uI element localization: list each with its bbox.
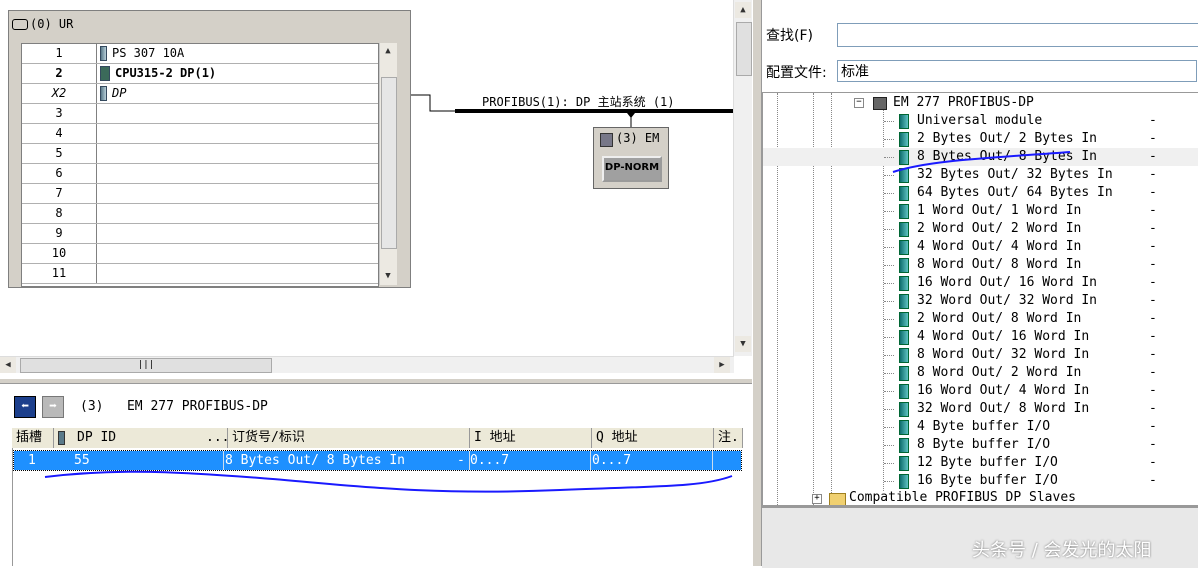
- tree-item-module[interactable]: 16 Byte buffer I/O -: [763, 472, 1198, 490]
- tree-item-module[interactable]: 8 Word Out/ 32 Word In -: [763, 346, 1198, 364]
- scroll-left-icon[interactable]: ◀: [0, 357, 16, 373]
- folder-icon: [829, 493, 846, 505]
- scroll-down-icon[interactable]: ▼: [380, 268, 396, 284]
- station-icon: [873, 97, 887, 110]
- rack-slot-number: 11: [22, 264, 97, 283]
- watermark: 头条号 / 会发光的太阳: [972, 540, 1152, 561]
- tree-item-module[interactable]: 2 Word Out/ 8 Word In -: [763, 310, 1198, 328]
- tree-item-module[interactable]: 4 Byte buffer I/O -: [763, 418, 1198, 436]
- tree-item-module[interactable]: Universal module -: [763, 112, 1198, 130]
- tree-item-module[interactable]: 4 Word Out/ 16 Word In -: [763, 328, 1198, 346]
- tree-item-module[interactable]: 32 Word Out/ 8 Word In -: [763, 400, 1198, 418]
- tree-item-module[interactable]: 8 Bytes Out/ 8 Bytes In -: [763, 148, 1198, 166]
- tree-item-module[interactable]: 16 Word Out/ 4 Word In -: [763, 382, 1198, 400]
- rack-row[interactable]: 8: [22, 204, 378, 224]
- find-input[interactable]: [837, 23, 1198, 47]
- col-dpid[interactable]: DP ID...: [54, 428, 229, 448]
- module-icon: [899, 366, 909, 381]
- tree-item-module[interactable]: 8 Word Out/ 8 Word In -: [763, 256, 1198, 274]
- col-comment[interactable]: 注.: [714, 428, 743, 448]
- module-icon: [899, 294, 909, 309]
- rack-slot-number: 8: [22, 204, 97, 223]
- module-icon: [899, 204, 909, 219]
- tree-item-module[interactable]: 16 Word Out/ 16 Word In -: [763, 274, 1198, 292]
- find-label: 查找(F): [766, 28, 813, 44]
- module-icon: [899, 240, 909, 255]
- scroll-up-icon[interactable]: ▲: [735, 2, 751, 18]
- slave-type-badge: DP-NORM: [602, 156, 662, 182]
- scroll-thumb[interactable]: [736, 22, 752, 76]
- module-icon: [899, 114, 909, 129]
- col-order-number[interactable]: 订货号/标识: [228, 428, 470, 448]
- scroll-right-icon[interactable]: ▶: [714, 357, 730, 373]
- module-icon: [899, 222, 909, 237]
- horizontal-splitter[interactable]: [0, 378, 754, 384]
- rack-slot-number: 9: [22, 224, 97, 243]
- col-i-address[interactable]: I 地址: [470, 428, 592, 448]
- module-icon: [899, 168, 909, 183]
- row-i-address: 0...7: [470, 453, 510, 468]
- tree-item-module[interactable]: 8 Word Out/ 2 Word In -: [763, 364, 1198, 382]
- module-icon: [899, 132, 909, 147]
- module-icon: [899, 276, 909, 291]
- detail-station-title: (3) EM 277 PROFIBUS-DP: [80, 399, 268, 414]
- module-icon: [899, 330, 909, 345]
- tree-item-module[interactable]: 12 Byte buffer I/O -: [763, 454, 1198, 472]
- main-horizontal-scrollbar[interactable]: ◀ ||| ▶: [0, 356, 734, 373]
- back-arrow-icon[interactable]: ⬅: [14, 396, 36, 418]
- detail-table-header: 插槽 DP ID... 订货号/标识 I 地址 Q 地址 注.: [12, 428, 743, 449]
- module-icon: [899, 438, 909, 453]
- tree-item-module[interactable]: 2 Word Out/ 2 Word In -: [763, 220, 1198, 238]
- forward-arrow-icon[interactable]: ➡: [42, 396, 64, 418]
- tree-item-module[interactable]: 8 Byte buffer I/O -: [763, 436, 1198, 454]
- module-icon: [899, 150, 909, 165]
- dp-slave-em277[interactable]: (3) EM DP-NORM: [593, 127, 669, 189]
- row-q-address: 0...7: [592, 453, 632, 468]
- tree-item-module[interactable]: 4 Word Out/ 4 Word In -: [763, 238, 1198, 256]
- slave-title: (3) EM: [616, 131, 660, 145]
- tree-item-module[interactable]: 1 Word Out/ 1 Word In -: [763, 202, 1198, 220]
- module-icon: [899, 258, 909, 273]
- module-icon: [899, 402, 909, 417]
- module-icon: [899, 420, 909, 435]
- profile-label: 配置文件:: [766, 65, 827, 81]
- row-dash: -: [457, 453, 465, 468]
- scroll-thumb[interactable]: |||: [20, 358, 272, 373]
- rack-row[interactable]: 9: [22, 224, 378, 244]
- row-order: 8 Bytes Out/ 8 Bytes In: [225, 453, 406, 468]
- rack-slot-number: 10: [22, 244, 97, 263]
- module-icon: [899, 312, 909, 327]
- slave-icon: [600, 133, 613, 147]
- module-icon: [899, 456, 909, 471]
- tree-item-module[interactable]: 32 Bytes Out/ 32 Bytes In -: [763, 166, 1198, 184]
- col-slot[interactable]: 插槽: [12, 428, 54, 448]
- catalog-tree[interactable]: − EM 277 PROFIBUS-DP Universal module -2 …: [762, 92, 1198, 506]
- tree-item-module[interactable]: 32 Word Out/ 32 Word In -: [763, 292, 1198, 310]
- scroll-down-icon[interactable]: ▼: [735, 336, 751, 352]
- rack-row[interactable]: 11: [22, 264, 378, 284]
- collapse-icon[interactable]: −: [854, 98, 864, 108]
- main-vertical-scrollbar[interactable]: ▲ ▼: [733, 0, 752, 356]
- profibus-master-label: PROFIBUS(1): DP 主站系统 (1): [482, 95, 675, 109]
- table-row[interactable]: 1 55 8 Bytes Out/ 8 Bytes In - 0...7 0..…: [13, 450, 742, 471]
- expand-icon[interactable]: +: [812, 494, 822, 504]
- profile-select[interactable]: 标准: [837, 60, 1197, 82]
- tree-item-module[interactable]: 2 Bytes Out/ 2 Bytes In -: [763, 130, 1198, 148]
- module-icon: [899, 474, 909, 489]
- module-icon: [58, 430, 65, 445]
- col-q-address[interactable]: Q 地址: [592, 428, 714, 448]
- vertical-splitter[interactable]: [752, 0, 762, 566]
- row-slot: 1: [28, 453, 36, 468]
- module-icon: [899, 384, 909, 399]
- rack-row[interactable]: 10: [22, 244, 378, 264]
- tree-item-module[interactable]: 64 Bytes Out/ 64 Bytes In -: [763, 184, 1198, 202]
- row-dpid: 55: [74, 453, 90, 468]
- module-icon: [899, 186, 909, 201]
- module-icon: [899, 348, 909, 363]
